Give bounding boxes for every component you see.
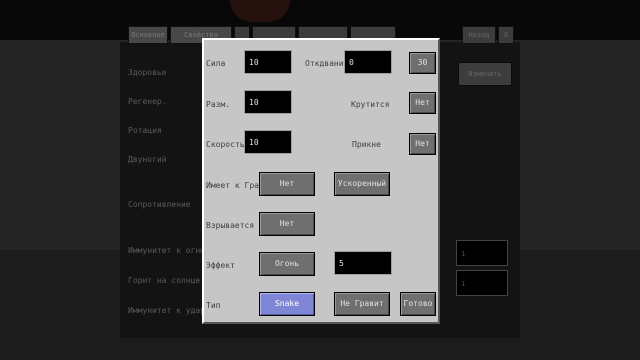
label-rotate: Крутится [351, 100, 390, 109]
label-speed: Скорость [206, 140, 245, 149]
label-cooldown: Откдвание [305, 59, 347, 68]
exploding-toggle-button[interactable]: Нет [259, 212, 315, 236]
cooldown-input[interactable] [344, 50, 392, 74]
strength-input[interactable] [244, 50, 292, 74]
label-type: Тип [206, 301, 221, 310]
label-range: Разм. [206, 100, 231, 109]
gravity-toggle-button[interactable]: Нет [259, 172, 315, 196]
type-snake-button[interactable]: Snake [259, 292, 315, 316]
rotate-toggle-button[interactable]: Нет [409, 92, 436, 114]
accelerates-button[interactable]: Ускоренный [334, 172, 390, 196]
effect-value-input[interactable] [334, 251, 392, 275]
label-exploding: Взрывается [206, 221, 255, 230]
label-explode: Прикне [352, 140, 381, 149]
label-gravity: Имеет к Гравит [206, 181, 260, 190]
label-effect: Эффект [206, 261, 235, 270]
explode-toggle-button[interactable]: Нет [409, 133, 436, 155]
range-input[interactable] [244, 90, 292, 114]
speed-input[interactable] [244, 130, 292, 154]
label-strength: Сила [206, 59, 226, 68]
no-gravity-button[interactable]: Не Гравит [334, 292, 390, 316]
sound-button[interactable]: 30 [409, 52, 436, 74]
projectile-settings-dialog: Сила Откдвание 30 Разм. Крутится Нет Ско… [202, 38, 440, 324]
effect-select-button[interactable]: Огонь [259, 252, 315, 276]
done-button[interactable]: Готово [400, 292, 436, 316]
